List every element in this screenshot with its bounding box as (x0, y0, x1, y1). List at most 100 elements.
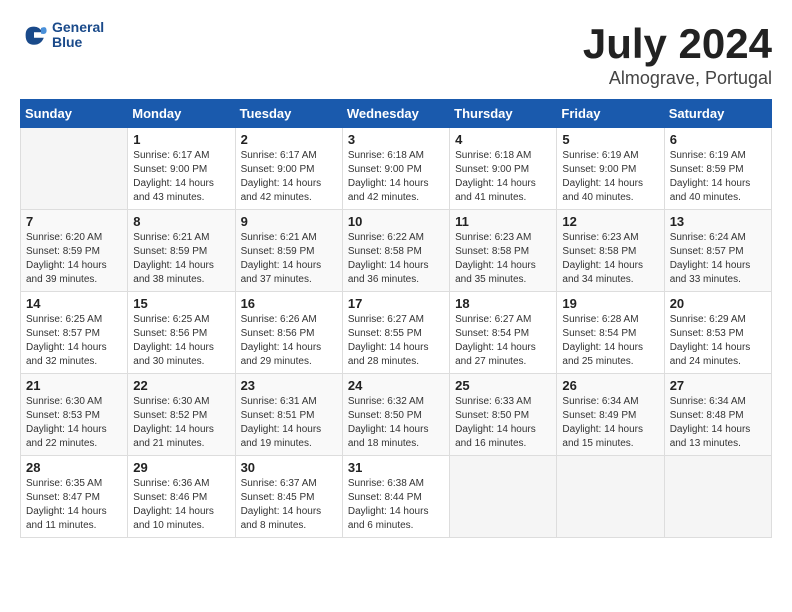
calendar-cell: 15 Sunrise: 6:25 AMSunset: 8:56 PMDayligh… (128, 292, 235, 374)
day-number: 16 (241, 296, 337, 311)
calendar-cell (664, 456, 771, 538)
day-detail: Sunrise: 6:24 AMSunset: 8:57 PMDaylight:… (670, 231, 766, 287)
day-number: 24 (348, 378, 444, 393)
day-number: 5 (562, 132, 658, 147)
calendar-cell: 13Sunrise: 6:24 AMSunset: 8:57 PMDayligh… (664, 210, 771, 292)
day-number: 17 (348, 296, 444, 311)
day-number: 18 (455, 296, 551, 311)
logo-line2: Blue (52, 35, 104, 50)
day-detail: Sunrise: 6:27 AMSunset: 8:54 PMDaylight:… (455, 313, 551, 369)
day-number: 31 (348, 460, 444, 475)
day-number: 11 (455, 214, 551, 229)
day-detail: Sunrise: 6:17 AMSunset: 9:00 PMDaylight:… (133, 149, 229, 205)
day-number: 2 (241, 132, 337, 147)
day-detail: Sunrise: 6:25 AMSunset: 8:57 PMDaylight:… (26, 313, 122, 369)
day-detail: Sunrise: 6:27 AMSunset: 8:55 PMDaylight:… (348, 313, 444, 369)
day-detail: Sunrise: 6:28 AMSunset: 8:54 PMDaylight:… (562, 313, 658, 369)
day-number: 15 (133, 296, 229, 311)
day-number: 25 (455, 378, 551, 393)
calendar-cell (21, 128, 128, 210)
day-number: 23 (241, 378, 337, 393)
day-number: 7 (26, 214, 122, 229)
day-detail: Sunrise: 6:32 AMSunset: 8:50 PMDaylight:… (348, 395, 444, 451)
day-number: 21 (26, 378, 122, 393)
day-detail: Sunrise: 6:34 AMSunset: 8:48 PMDaylight:… (670, 395, 766, 451)
day-detail: Sunrise: 6:20 AMSunset: 8:59 PMDaylight:… (26, 231, 122, 287)
calendar-header-row: SundayMondayTuesdayWednesdayThursdayFrid… (21, 100, 772, 128)
day-number: 27 (670, 378, 766, 393)
day-detail: Sunrise: 6:22 AMSunset: 8:58 PMDaylight:… (348, 231, 444, 287)
day-number: 14 (26, 296, 122, 311)
day-detail: Sunrise: 6:29 AMSunset: 8:53 PMDaylight:… (670, 313, 766, 369)
calendar-week-row: 21 Sunrise: 6:30 AMSunset: 8:53 PMDayligh… (21, 374, 772, 456)
calendar-cell: 17 Sunrise: 6:27 AMSunset: 8:55 PMDayligh… (342, 292, 449, 374)
day-detail: Sunrise: 6:30 AMSunset: 8:52 PMDaylight:… (133, 395, 229, 451)
calendar-cell: 21 Sunrise: 6:30 AMSunset: 8:53 PMDayligh… (21, 374, 128, 456)
day-number: 12 (562, 214, 658, 229)
calendar-cell: 2 Sunrise: 6:17 AMSunset: 9:00 PMDaylight… (235, 128, 342, 210)
calendar-cell: 14 Sunrise: 6:25 AMSunset: 8:57 PMDayligh… (21, 292, 128, 374)
day-number: 6 (670, 132, 766, 147)
calendar-week-row: 1 Sunrise: 6:17 AMSunset: 9:00 PMDaylight… (21, 128, 772, 210)
day-number: 1 (133, 132, 229, 147)
day-detail: Sunrise: 6:25 AMSunset: 8:56 PMDaylight:… (133, 313, 229, 369)
day-number: 9 (241, 214, 337, 229)
logo-line1: General (52, 20, 104, 35)
main-title: July 2024 (583, 20, 772, 68)
calendar-cell: 3Sunrise: 6:18 AMSunset: 9:00 PMDaylight… (342, 128, 449, 210)
calendar-cell: 11 Sunrise: 6:23 AMSunset: 8:58 PMDayligh… (450, 210, 557, 292)
day-detail: Sunrise: 6:17 AMSunset: 9:00 PMDaylight:… (241, 149, 337, 205)
calendar-cell (557, 456, 664, 538)
day-number: 20 (670, 296, 766, 311)
weekday-header: Saturday (664, 100, 771, 128)
calendar-cell: 16 Sunrise: 6:26 AMSunset: 8:56 PMDayligh… (235, 292, 342, 374)
day-detail: Sunrise: 6:31 AMSunset: 8:51 PMDaylight:… (241, 395, 337, 451)
logo-icon (20, 21, 48, 49)
weekday-header: Wednesday (342, 100, 449, 128)
day-detail: Sunrise: 6:37 AMSunset: 8:45 PMDaylight:… (241, 477, 337, 533)
day-detail: Sunrise: 6:23 AMSunset: 8:58 PMDaylight:… (562, 231, 658, 287)
day-detail: Sunrise: 6:19 AMSunset: 9:00 PMDaylight:… (562, 149, 658, 205)
weekday-header: Monday (128, 100, 235, 128)
calendar-cell: 24 Sunrise: 6:32 AMSunset: 8:50 PMDayligh… (342, 374, 449, 456)
calendar-cell: 23 Sunrise: 6:31 AMSunset: 8:51 PMDayligh… (235, 374, 342, 456)
day-detail: Sunrise: 6:21 AMSunset: 8:59 PMDaylight:… (241, 231, 337, 287)
weekday-header: Friday (557, 100, 664, 128)
calendar-cell: 20 Sunrise: 6:29 AMSunset: 8:53 PMDayligh… (664, 292, 771, 374)
day-number: 22 (133, 378, 229, 393)
day-detail: Sunrise: 6:21 AMSunset: 8:59 PMDaylight:… (133, 231, 229, 287)
calendar-cell: 12 Sunrise: 6:23 AMSunset: 8:58 PMDayligh… (557, 210, 664, 292)
title-section: July 2024 Almograve, Portugal (583, 20, 772, 89)
day-detail: Sunrise: 6:23 AMSunset: 8:58 PMDaylight:… (455, 231, 551, 287)
calendar-cell: 19Sunrise: 6:28 AMSunset: 8:54 PMDayligh… (557, 292, 664, 374)
calendar-cell: 9 Sunrise: 6:21 AMSunset: 8:59 PMDaylight… (235, 210, 342, 292)
calendar-cell (450, 456, 557, 538)
calendar-cell: 6 Sunrise: 6:19 AMSunset: 8:59 PMDaylight… (664, 128, 771, 210)
subtitle: Almograve, Portugal (583, 68, 772, 89)
calendar-cell: 1 Sunrise: 6:17 AMSunset: 9:00 PMDaylight… (128, 128, 235, 210)
day-detail: Sunrise: 6:34 AMSunset: 8:49 PMDaylight:… (562, 395, 658, 451)
weekday-header: Sunday (21, 100, 128, 128)
calendar-cell: 22 Sunrise: 6:30 AMSunset: 8:52 PMDayligh… (128, 374, 235, 456)
day-detail: Sunrise: 6:19 AMSunset: 8:59 PMDaylight:… (670, 149, 766, 205)
calendar-cell: 28Sunrise: 6:35 AMSunset: 8:47 PMDayligh… (21, 456, 128, 538)
calendar-cell: 5 Sunrise: 6:19 AMSunset: 9:00 PMDaylight… (557, 128, 664, 210)
day-number: 29 (133, 460, 229, 475)
calendar-cell: 18 Sunrise: 6:27 AMSunset: 8:54 PMDayligh… (450, 292, 557, 374)
day-number: 30 (241, 460, 337, 475)
calendar-cell: 4 Sunrise: 6:18 AMSunset: 9:00 PMDaylight… (450, 128, 557, 210)
day-detail: Sunrise: 6:26 AMSunset: 8:56 PMDaylight:… (241, 313, 337, 369)
day-detail: Sunrise: 6:33 AMSunset: 8:50 PMDaylight:… (455, 395, 551, 451)
day-number: 26 (562, 378, 658, 393)
day-number: 4 (455, 132, 551, 147)
logo: General Blue (20, 20, 104, 51)
calendar-week-row: 7 Sunrise: 6:20 AMSunset: 8:59 PMDaylight… (21, 210, 772, 292)
calendar-cell: 25 Sunrise: 6:33 AMSunset: 8:50 PMDayligh… (450, 374, 557, 456)
day-detail: Sunrise: 6:36 AMSunset: 8:46 PMDaylight:… (133, 477, 229, 533)
day-detail: Sunrise: 6:30 AMSunset: 8:53 PMDaylight:… (26, 395, 122, 451)
calendar-cell: 31Sunrise: 6:38 AMSunset: 8:44 PMDayligh… (342, 456, 449, 538)
page-header: General Blue July 2024 Almograve, Portug… (20, 20, 772, 89)
calendar-week-row: 28Sunrise: 6:35 AMSunset: 8:47 PMDayligh… (21, 456, 772, 538)
day-detail: Sunrise: 6:18 AMSunset: 9:00 PMDaylight:… (455, 149, 551, 205)
calendar-cell: 10Sunrise: 6:22 AMSunset: 8:58 PMDayligh… (342, 210, 449, 292)
